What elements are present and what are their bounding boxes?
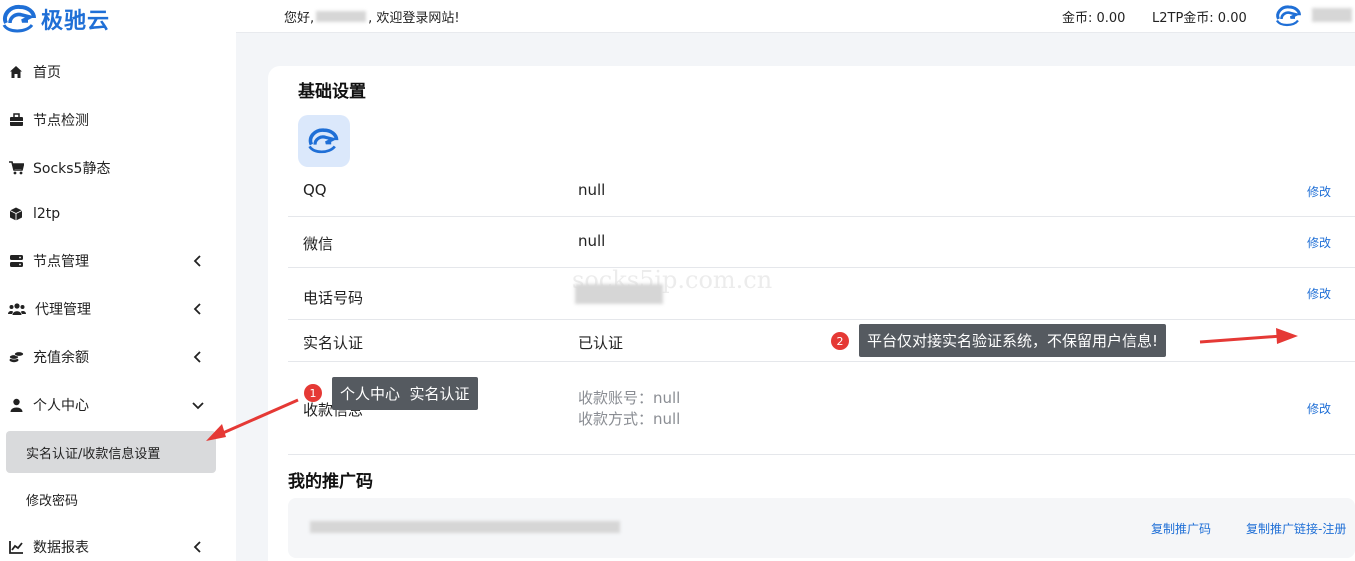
payment-method: 收款方式：null (578, 410, 681, 428)
settings-card: 基础设置 socks5ip.com.cn QQ null 修改 微信 null … (268, 66, 1355, 561)
server-icon (8, 253, 24, 269)
row-label: 电话号码 (303, 289, 364, 307)
chevron-left-icon (193, 351, 201, 363)
chevron-left-icon (193, 541, 201, 553)
edit-qq-button[interactable]: 修改 (1307, 183, 1331, 200)
settings-row-wechat: 微信 null 修改 (288, 217, 1355, 268)
chevron-down-icon (192, 402, 204, 410)
row-label: QQ (303, 181, 327, 199)
annotation-tooltip-2: 平台仅对接实名验证系统，不保留用户信息! (859, 324, 1167, 357)
avatar[interactable] (1274, 2, 1304, 30)
annotation-tooltip-1: 个人中心 实名认证 (332, 377, 478, 410)
profile-avatar[interactable] (298, 115, 350, 167)
annotation-badge-1: 1 (304, 384, 322, 402)
copy-promo-code-button[interactable]: 复制推广码 (1151, 520, 1211, 537)
sidebar-item-node-check[interactable]: 节点检测 (0, 98, 220, 142)
sidebar-item-personal-center[interactable]: 个人中心 (0, 383, 220, 427)
sidebar-subitem-change-password[interactable]: 修改密码 (6, 478, 216, 520)
sidebar-item-label: 节点管理 (33, 254, 89, 270)
cart-icon (8, 160, 24, 176)
greeting-prefix: 您好, (284, 11, 315, 26)
sidebar-item-label: 首页 (33, 65, 61, 81)
users-icon (8, 301, 26, 317)
row-value: null (578, 232, 606, 250)
sidebar-item-label: l2tp (33, 206, 61, 222)
promo-code-title: 我的推广码 (288, 472, 373, 492)
sidebar-item-label: 节点检测 (33, 113, 89, 129)
sidebar-item-label: Socks5静态 (33, 161, 111, 177)
settings-row-qq: QQ null 修改 (288, 166, 1355, 217)
l2tp-gold-balance: L2TP金币: 0.00 (1152, 11, 1247, 26)
sidebar-item-socks5[interactable]: Socks5静态 (0, 146, 220, 190)
settings-row-phone: 电话号码 修改 (288, 268, 1355, 320)
payment-account: 收款账号：null (578, 389, 681, 407)
verified-status: 已认证 (578, 334, 624, 352)
row-value: null (578, 181, 606, 199)
brand-name: 极驰云 (41, 9, 111, 34)
payment-details: 收款账号：null 收款方式：null (578, 388, 680, 430)
home-icon (8, 64, 24, 80)
logo-icon (2, 4, 36, 33)
chart-icon (8, 539, 24, 555)
user-icon (8, 397, 24, 413)
basic-settings-title: 基础设置 (298, 82, 366, 102)
edit-phone-button[interactable]: 修改 (1307, 285, 1331, 302)
sidebar-item-label: 充值余额 (33, 350, 89, 366)
row-label: 实名认证 (303, 334, 364, 352)
sidebar-item-node-manage[interactable]: 节点管理 (0, 239, 220, 283)
sidebar-item-label: 数据报表 (33, 540, 89, 556)
copy-promo-link-button[interactable]: 复制推广链接-注册 (1246, 520, 1346, 537)
greeting: 您好, , 欢迎登录网站! (284, 7, 460, 26)
redacted-username (316, 11, 367, 22)
promo-code-box: 复制推广码 复制推广链接-注册 (288, 498, 1355, 558)
redacted-phone (575, 284, 663, 304)
redacted-promo-link (310, 521, 620, 533)
sidebar-item-reports[interactable]: 数据报表 (0, 525, 220, 561)
sidebar-item-label: 代理管理 (35, 302, 91, 318)
settings-row-realname: 实名认证 已认证 (288, 320, 1355, 362)
greeting-suffix: , 欢迎登录网站! (368, 11, 460, 26)
sidebar: 极驰云 首页 节点检测 Socks5静态 l2tp 节点管理 代理管理 充值余额… (0, 0, 236, 561)
sidebar-item-home[interactable]: 首页 (0, 50, 220, 94)
sidebar-item-recharge[interactable]: 充值余额 (0, 335, 220, 379)
sidebar-item-l2tp[interactable]: l2tp (0, 192, 220, 236)
logo-icon (308, 128, 339, 154)
sidebar-item-proxy-manage[interactable]: 代理管理 (0, 287, 220, 331)
briefcase-icon (8, 112, 24, 128)
cube-icon (8, 206, 24, 222)
redacted-account-name[interactable] (1312, 8, 1352, 22)
sidebar-subitem-label: 修改密码 (26, 493, 79, 509)
coins-icon (8, 349, 24, 365)
logo[interactable]: 极驰云 (0, 2, 110, 36)
edit-wechat-button[interactable]: 修改 (1307, 234, 1331, 251)
row-label: 微信 (303, 235, 334, 253)
sidebar-subitem-label: 实名认证/收款信息设置 (26, 446, 161, 462)
annotation-badge-2: 2 (831, 332, 849, 350)
chevron-left-icon (193, 255, 201, 267)
top-header: 您好, , 欢迎登录网站! 金币: 0.00 L2TP金币: 0.00 (236, 0, 1355, 33)
sidebar-subitem-realname[interactable]: 实名认证/收款信息设置 (6, 431, 216, 473)
chevron-left-icon (193, 303, 201, 315)
edit-payment-button[interactable]: 修改 (1307, 400, 1331, 417)
gold-balance: 金币: 0.00 (1062, 11, 1126, 26)
sidebar-item-label: 个人中心 (33, 398, 89, 414)
